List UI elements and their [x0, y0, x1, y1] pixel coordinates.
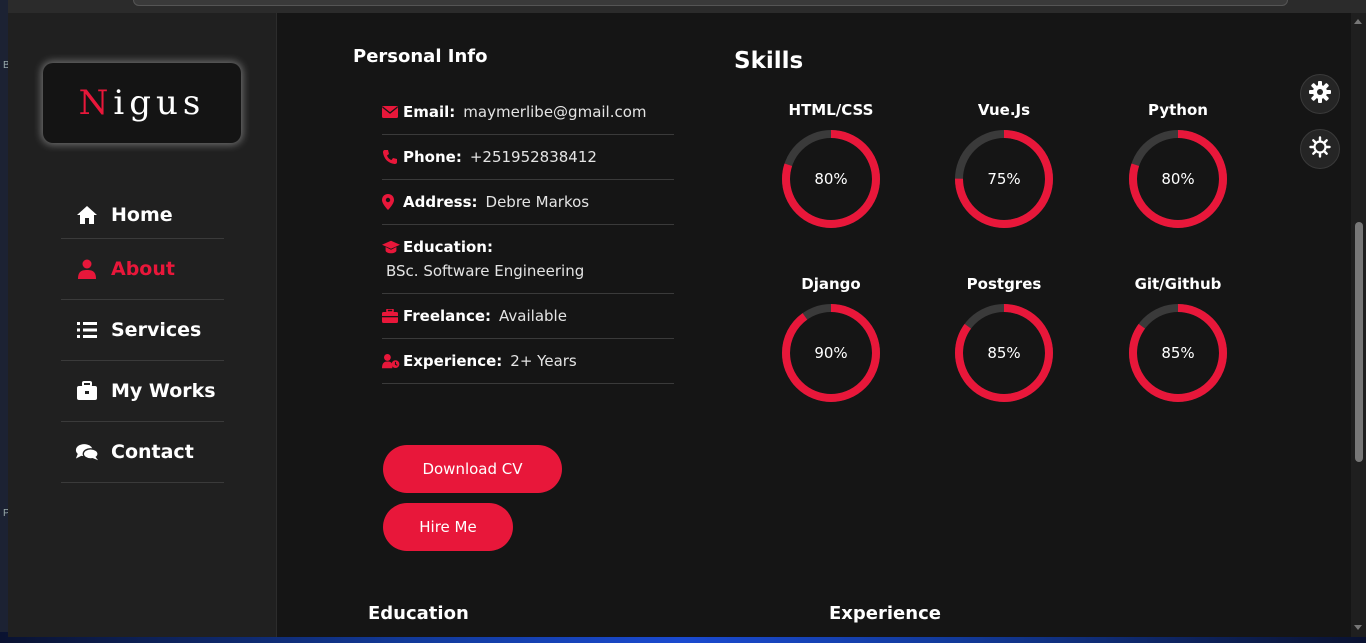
envelope-icon [382, 104, 400, 120]
skill-percent: 80% [814, 170, 847, 188]
scroll-down-arrow-icon[interactable] [1354, 625, 1362, 630]
info-row-experience: Experience: 2+ Years [382, 339, 674, 384]
nav-label: Home [111, 203, 173, 226]
chat-icon [75, 440, 99, 464]
nav-label: About [111, 258, 175, 280]
skill-card: Vue.Js 75% [944, 101, 1064, 229]
skill-card: HTML/CSS 80% [771, 101, 891, 229]
nav-label: My Works [111, 380, 216, 402]
info-label: Freelance: [403, 307, 492, 325]
desktop-background: BP [0, 0, 10, 643]
info-value: Debre Markos [485, 193, 590, 211]
info-label: Phone: [403, 148, 462, 166]
user-icon [75, 257, 99, 281]
info-value: Available [499, 307, 567, 325]
download-cv-button[interactable]: Download CV [383, 445, 562, 493]
settings-button[interactable] [1300, 74, 1340, 114]
experience-section-title: Experience [829, 603, 941, 624]
skill-percent: 85% [987, 344, 1020, 362]
info-row-freelance: Freelance: Available [382, 294, 674, 339]
address-bar[interactable] [133, 0, 1288, 6]
skill-name: Python [1148, 101, 1208, 119]
nav-item-contact[interactable]: Contact [61, 422, 224, 483]
skill-ring: 80% [782, 130, 880, 228]
nav-item-my-works[interactable]: My Works [61, 361, 224, 422]
map-pin-icon [382, 194, 400, 210]
skill-name: Django [801, 275, 861, 293]
scroll-thumb[interactable] [1355, 222, 1363, 462]
skill-ring: 85% [1129, 304, 1227, 402]
nav-item-home[interactable]: Home [61, 191, 224, 239]
skill-card: Git/Github 85% [1118, 275, 1238, 403]
skill-percent: 75% [987, 170, 1020, 188]
logo-first-letter: N [78, 83, 114, 123]
logo-rest: igus [113, 83, 206, 123]
logo[interactable]: Nigus [43, 63, 241, 143]
main-nav: Home About Services My Works Contact [61, 191, 224, 483]
skill-ring: 85% [955, 304, 1053, 402]
nav-label: Services [111, 319, 202, 341]
skill-ring: 90% [782, 304, 880, 402]
toolbox-icon [382, 308, 400, 324]
skill-card: Python 80% [1118, 101, 1238, 229]
gear-icon [1309, 81, 1331, 107]
theme-toggle-button[interactable] [1300, 129, 1340, 169]
info-row-phone: Phone: +251952838412 [382, 135, 674, 180]
skill-percent: 90% [814, 344, 847, 362]
personal-info-list: Email: maymerlibe@gmail.com Phone: +2519… [382, 90, 674, 384]
home-icon [75, 203, 99, 227]
skill-name: Postgres [966, 275, 1042, 293]
skill-card: Postgres 85% [944, 275, 1064, 403]
list-icon [75, 318, 99, 342]
info-label: Experience: [403, 352, 503, 370]
education-section-title: Education [368, 603, 469, 624]
page-scrollbar[interactable] [1351, 13, 1366, 637]
graduation-cap-icon [382, 239, 400, 255]
info-label: Education: [403, 238, 493, 256]
info-value: +251952838412 [469, 148, 597, 166]
user-clock-icon [382, 353, 400, 369]
info-label: Address: [403, 193, 478, 211]
info-label: Email: [403, 103, 456, 121]
sidebar: Nigus Home About Services My Works Conta… [8, 13, 277, 637]
sun-icon [1309, 136, 1331, 162]
skill-percent: 80% [1161, 170, 1194, 188]
nav-item-about[interactable]: About [61, 239, 224, 300]
skill-name: HTML/CSS [788, 101, 874, 119]
nav-item-services[interactable]: Services [61, 300, 224, 361]
nav-label: Contact [111, 441, 194, 463]
info-value: BSc. Software Engineering [386, 262, 585, 280]
skill-ring: 75% [955, 130, 1053, 228]
skill-ring: 80% [1129, 130, 1227, 228]
skills-title: Skills [734, 48, 804, 74]
browser-topbar [8, 0, 1366, 13]
info-value: maymerlibe@gmail.com [463, 103, 647, 121]
info-value: 2+ Years [510, 352, 577, 370]
skill-name: Git/Github [1134, 275, 1222, 293]
info-row-address: Address: Debre Markos [382, 180, 674, 225]
hire-me-button[interactable]: Hire Me [383, 503, 513, 551]
info-row-email: Email: maymerlibe@gmail.com [382, 90, 674, 135]
personal-info-title: Personal Info [353, 46, 488, 67]
scroll-up-arrow-icon[interactable] [1354, 19, 1362, 24]
info-row-education: Education: BSc. Software Engineering [382, 225, 674, 294]
skill-card: Django 90% [771, 275, 891, 403]
skill-percent: 85% [1161, 344, 1194, 362]
skill-name: Vue.Js [977, 101, 1031, 119]
briefcase-icon [75, 379, 99, 403]
browser-viewport: Nigus Home About Services My Works Conta… [8, 13, 1366, 637]
phone-icon [382, 149, 400, 165]
